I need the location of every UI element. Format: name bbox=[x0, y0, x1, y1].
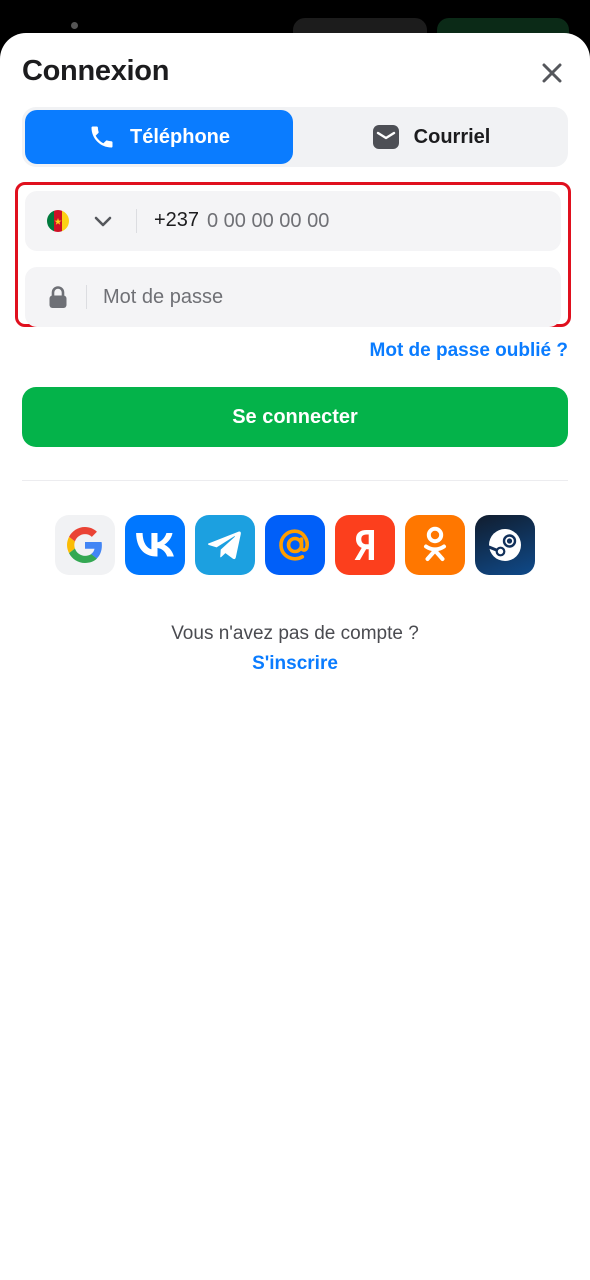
close-icon bbox=[542, 63, 562, 83]
google-login-button[interactable] bbox=[55, 515, 115, 575]
page-title: Connexion bbox=[22, 55, 170, 87]
tab-phone[interactable]: Téléphone bbox=[25, 110, 293, 164]
signup-link-container: S'inscrire bbox=[0, 653, 590, 675]
tab-email-label: Courriel bbox=[413, 125, 491, 148]
vk-icon bbox=[136, 533, 174, 557]
field-divider bbox=[136, 209, 137, 233]
steam-login-button[interactable] bbox=[475, 515, 535, 575]
credentials-form: +237 bbox=[15, 182, 571, 327]
steam-icon bbox=[487, 529, 521, 561]
password-input[interactable] bbox=[103, 280, 533, 314]
mail-login-button[interactable] bbox=[265, 515, 325, 575]
at-icon bbox=[279, 529, 309, 561]
signup-link[interactable]: S'inscrire bbox=[252, 653, 338, 674]
yandex-login-button[interactable] bbox=[335, 515, 395, 575]
cameroon-flag-icon bbox=[47, 210, 69, 232]
close-button[interactable] bbox=[536, 57, 568, 89]
google-icon bbox=[67, 527, 102, 563]
yandex-icon bbox=[354, 530, 374, 560]
login-method-tabs: Téléphone Courriel bbox=[22, 107, 568, 167]
social-login-row bbox=[55, 515, 535, 575]
phone-field: +237 bbox=[25, 191, 561, 251]
country-code: +237 bbox=[154, 209, 200, 231]
chevron-down-icon bbox=[94, 216, 112, 227]
login-sheet: Connexion Téléphone Courriel +237 0 00 0… bbox=[0, 33, 590, 1280]
password-field bbox=[25, 267, 561, 327]
no-account-text: Vous n'avez pas de compte ? bbox=[171, 623, 419, 644]
field-divider bbox=[86, 285, 87, 309]
vk-login-button[interactable] bbox=[125, 515, 185, 575]
phone-icon bbox=[91, 126, 113, 148]
camera-dot bbox=[71, 22, 78, 29]
telegram-icon bbox=[208, 531, 241, 560]
phone-input[interactable] bbox=[203, 204, 537, 238]
odnoklassniki-login-button[interactable] bbox=[405, 515, 465, 575]
envelope-icon bbox=[372, 125, 399, 149]
divider bbox=[22, 480, 568, 481]
country-dropdown-button[interactable] bbox=[91, 209, 115, 233]
odnoklassniki-icon bbox=[424, 526, 446, 561]
tab-phone-label: Téléphone bbox=[129, 125, 230, 148]
tab-email[interactable]: Courriel bbox=[297, 110, 565, 164]
telegram-login-button[interactable] bbox=[195, 515, 255, 575]
login-button[interactable]: Se connecter bbox=[22, 387, 568, 447]
forgot-password-link[interactable]: Mot de passe oublié ? bbox=[370, 340, 568, 362]
lock-icon bbox=[49, 286, 67, 308]
